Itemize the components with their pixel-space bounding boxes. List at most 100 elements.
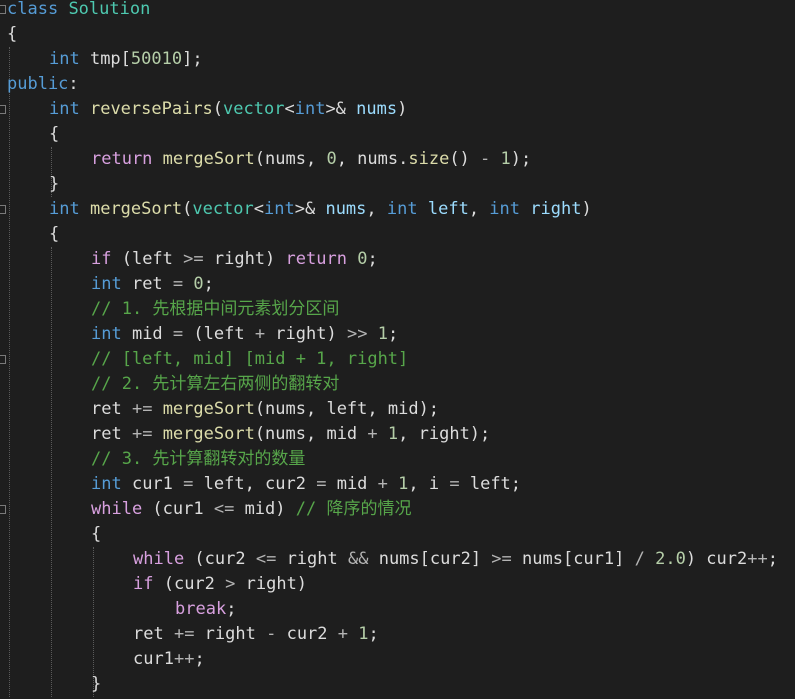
code-token: int (91, 324, 122, 344)
code-token: right (530, 199, 582, 219)
code-line[interactable]: int reversePairs(vector<int>& nums) (0, 97, 795, 122)
code-token: 1 (398, 474, 409, 494)
code-line[interactable]: int mergeSort(vector<int>& nums, int lef… (0, 197, 795, 222)
code-text: ret += mergeSort(nums, left, mid); (91, 397, 439, 422)
code-token: + (254, 324, 266, 344)
code-line[interactable]: ret += mergeSort(nums, mid + 1, right); (0, 422, 795, 447)
code-token: ) cur2 (685, 549, 748, 569)
code-token: ; (367, 249, 378, 269)
code-token: (nums, mid (254, 424, 368, 444)
code-text: while (cur1 <= mid) // 降序的情况 (91, 497, 411, 522)
code-line[interactable]: } (0, 672, 795, 697)
fold-marker-icon[interactable] (0, 355, 6, 364)
code-line[interactable]: while (cur2 <= right && nums[cur2] >= nu… (0, 547, 795, 572)
code-token: < (284, 99, 295, 119)
code-line[interactable]: ret += right - cur2 + 1; (0, 622, 795, 647)
code-line[interactable]: // [left, mid] [mid + 1, right] (0, 347, 795, 372)
code-line[interactable]: int cur1 = left, cur2 = mid + 1, i = lef… (0, 472, 795, 497)
code-token: >& (294, 199, 326, 219)
code-token: if (133, 574, 154, 594)
code-line[interactable]: while (cur1 <= mid) // 降序的情况 (0, 497, 795, 522)
code-text: } (91, 672, 101, 697)
code-token: ( (212, 99, 224, 119)
code-line[interactable]: class Solution (0, 0, 795, 22)
code-line[interactable]: // 2. 先计算左右两侧的翻转对 (0, 372, 795, 397)
code-token: // 降序的情况 (295, 499, 412, 519)
code-token: + (367, 424, 378, 444)
code-line[interactable]: { (0, 222, 795, 247)
code-token: right (276, 549, 348, 569)
code-line[interactable]: int tmp[50010]; (0, 47, 795, 72)
code-token: () (449, 149, 481, 169)
code-token: 2.0 (655, 549, 686, 569)
code-text: { (49, 222, 59, 247)
code-line[interactable]: cur1++; (0, 647, 795, 672)
code-token: nums (356, 99, 398, 119)
code-token: 1 (377, 324, 388, 344)
fold-marker-icon[interactable] (0, 505, 6, 514)
code-token: { (7, 24, 18, 44)
code-token: 1 (500, 149, 511, 169)
code-token: >& (325, 99, 357, 119)
code-line[interactable]: if (left >= right) return 0; (0, 247, 795, 272)
code-token: mid) (234, 499, 296, 519)
code-editor[interactable]: class Solution{int tmp[50010]; public: int… (0, 0, 795, 699)
code-text: int ret = 0; (91, 272, 214, 297)
fold-marker-icon[interactable] (0, 205, 6, 214)
code-token: left, cur2 (193, 474, 317, 494)
code-token: class (7, 0, 59, 19)
code-text: // 2. 先计算左右两侧的翻转对 (91, 372, 339, 397)
code-text: // 3. 先计算翻转对的数量 (91, 447, 305, 472)
code-text: int cur1 = left, cur2 = mid + 1, i = lef… (91, 472, 521, 497)
code-line[interactable]: // 3. 先计算翻转对的数量 (0, 447, 795, 472)
code-token: ++ (173, 649, 195, 669)
code-token: { (49, 224, 60, 244)
code-token: += (131, 424, 153, 444)
fold-marker-icon[interactable] (0, 105, 6, 114)
code-token: , i (408, 474, 450, 494)
code-token: (left (183, 324, 255, 344)
code-token: , right); (398, 424, 491, 444)
code-line[interactable]: int ret = 0; (0, 272, 795, 297)
code-line[interactable]: break; (0, 597, 795, 622)
code-line[interactable]: int mid = (left + right) >> 1; (0, 322, 795, 347)
code-line[interactable]: { (0, 522, 795, 547)
code-token: vector (223, 99, 285, 119)
code-text: int tmp[50010]; (49, 47, 203, 72)
code-token: = (172, 274, 184, 294)
code-text: if (cur2 > right) (133, 572, 307, 597)
code-token: (cur2 (184, 549, 256, 569)
code-token: < (253, 199, 265, 219)
code-token: ret (133, 624, 174, 644)
fold-marker-icon[interactable] (0, 5, 6, 14)
code-line[interactable]: { (0, 122, 795, 147)
code-token: nums (325, 199, 367, 219)
code-token: left (427, 199, 469, 219)
code-token: left; (459, 474, 522, 494)
code-line[interactable]: // 1. 先根据中间元素划分区间 (0, 297, 795, 322)
code-token: } (49, 174, 60, 194)
code-token: right) (235, 574, 308, 594)
code-line[interactable]: { (0, 22, 795, 47)
code-line[interactable]: public: (0, 72, 795, 97)
code-text: { (7, 22, 17, 47)
code-token: mid (121, 324, 173, 344)
code-line[interactable]: return mergeSort(nums, 0, nums.size() - … (0, 147, 795, 172)
code-token: ); (510, 149, 532, 169)
code-token: cur1 (121, 474, 184, 494)
code-line[interactable]: } (0, 172, 795, 197)
code-token: = (172, 324, 184, 344)
code-token: ret (91, 424, 132, 444)
code-text: // 1. 先根据中间元素划分区间 (91, 297, 339, 322)
code-token: int (489, 199, 521, 219)
code-line[interactable]: ret += mergeSort(nums, left, mid); (0, 397, 795, 422)
code-line[interactable]: if (cur2 > right) (0, 572, 795, 597)
code-token: , (366, 199, 387, 219)
code-token: int (91, 274, 122, 294)
code-token: int (386, 199, 418, 219)
